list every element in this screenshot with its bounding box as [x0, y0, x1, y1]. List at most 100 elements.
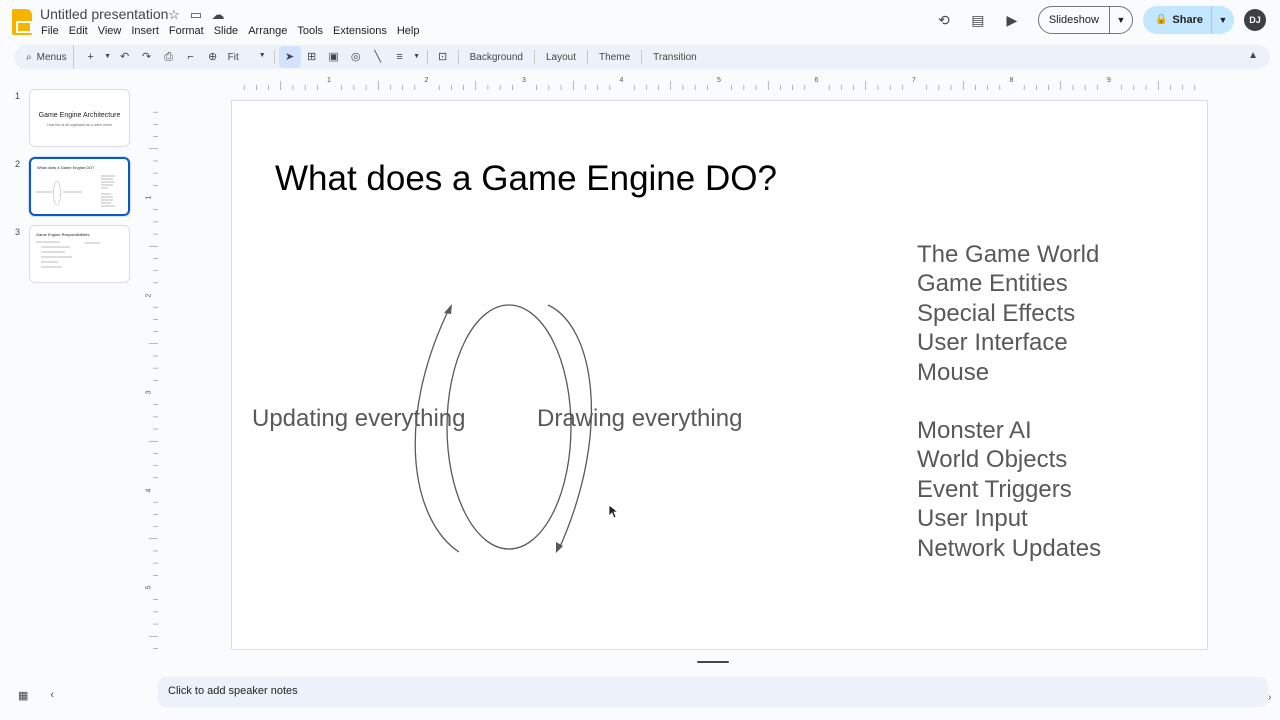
speaker-notes-placeholder: Click to add speaker notes: [168, 685, 298, 697]
ruler-label: 4: [619, 77, 624, 84]
menu-view[interactable]: View: [93, 24, 127, 38]
list-item: The Game World: [917, 241, 1100, 268]
zoom-value: Fit: [227, 51, 239, 63]
redo-icon[interactable]: ↷: [136, 46, 158, 68]
ruler-label: 2: [145, 293, 153, 297]
transition-button[interactable]: Transition: [646, 52, 704, 63]
vertical-ruler[interactable]: [144, 100, 158, 650]
ruler-label: 1: [145, 195, 153, 200]
filmstrip-controls: ▦ ‹: [18, 689, 54, 702]
drawing-label[interactable]: Drawing everything: [537, 405, 742, 433]
menubar: File Edit View Insert Format Slide Arran…: [36, 24, 424, 38]
menu-format[interactable]: Format: [164, 24, 209, 38]
version-history-icon[interactable]: ⟲: [932, 8, 956, 32]
search-icon: ⌕: [26, 51, 32, 63]
thumbnail-title: Game Engine Architecture: [38, 112, 121, 119]
slideshow-button-group: Slideshow ▼: [1037, 6, 1133, 34]
menu-edit[interactable]: Edit: [64, 24, 93, 38]
ruler-label: 3: [522, 77, 526, 84]
slide-number: 3: [15, 227, 21, 237]
share-label: Share: [1172, 14, 1203, 26]
ruler-label: 4: [145, 488, 153, 492]
list-item: User Interface: [917, 329, 1068, 357]
menu-help[interactable]: Help: [392, 24, 425, 38]
slide-thumbnail-3[interactable]: Game Engine Responsibilities: [29, 225, 130, 283]
menu-tools[interactable]: Tools: [292, 24, 328, 38]
slide-thumbnail-2[interactable]: What does a Game Engine DO?: [29, 157, 130, 216]
ruler-label: 1: [327, 77, 331, 84]
list-item: Network Updates: [917, 534, 1102, 562]
menu-insert[interactable]: Insert: [126, 24, 164, 38]
header-actions: ⟲ ▤ ▶ Slideshow ▼ 🔒 Share ▼ DJ: [932, 6, 1266, 34]
list-item: User Input: [917, 505, 1028, 533]
share-dropdown-icon[interactable]: ▼: [1212, 7, 1234, 33]
updating-label[interactable]: Updating everything: [252, 405, 465, 433]
zoom-select[interactable]: Fit ▼: [224, 52, 270, 63]
text-box-icon[interactable]: ⊞: [301, 46, 323, 68]
move-folder-icon[interactable]: ▭: [187, 6, 205, 24]
shape-icon[interactable]: ◎: [345, 46, 367, 68]
avatar[interactable]: DJ: [1244, 9, 1266, 31]
print-icon[interactable]: ⎙: [158, 46, 180, 68]
layout-button[interactable]: Layout: [539, 52, 583, 63]
document-title[interactable]: Untitled presentation: [40, 6, 168, 22]
toolbar-divider: [534, 50, 535, 64]
menu-slide[interactable]: Slide: [209, 24, 243, 38]
side-panel-toggle-icon[interactable]: ›: [1268, 692, 1271, 703]
ruler-label: 2: [424, 77, 429, 84]
add-comment-icon[interactable]: ⊡: [432, 46, 454, 68]
zoom-icon[interactable]: ⊕: [202, 46, 224, 68]
share-button[interactable]: 🔒 Share: [1143, 6, 1212, 34]
ruler-label: 6: [814, 77, 819, 84]
thumbnail-subtitle: How this is all organized as a video mmm: [47, 123, 112, 127]
collapse-toolbar-icon[interactable]: ▲: [1248, 50, 1258, 61]
slide-canvas[interactable]: What does a Game Engine DO? Updating eve…: [231, 100, 1208, 650]
mouse-cursor-icon: [608, 504, 620, 519]
thumbnail-preview: [36, 241, 100, 268]
notes-resize-handle[interactable]: [697, 661, 729, 663]
list-item: Special Effects: [917, 299, 1076, 327]
responsibilities-list[interactable]: The Game World Game Entities Special Eff…: [917, 240, 1101, 563]
ruler-label: 9: [1107, 77, 1111, 84]
star-icon[interactable]: ☆: [165, 6, 183, 24]
toolbar-divider: [641, 50, 643, 64]
menu-extensions[interactable]: Extensions: [328, 24, 392, 38]
toolbar-divider: [457, 50, 459, 64]
title-icons: ☆ ▭ ☁: [165, 6, 227, 24]
ruler-label: 8: [1009, 77, 1014, 84]
slide-thumbnail-1[interactable]: Game Engine Architecture How this is all…: [29, 89, 130, 147]
slide-number: 1: [15, 91, 21, 101]
share-button-group: 🔒 Share ▼: [1142, 6, 1234, 34]
slides-logo-icon[interactable]: [12, 9, 32, 35]
line-weight-icon[interactable]: ≡: [389, 46, 411, 68]
comments-icon[interactable]: ▤: [966, 8, 990, 32]
ruler-label: 5: [145, 585, 153, 590]
menu-arrange[interactable]: Arrange: [243, 24, 292, 38]
slideshow-button[interactable]: Slideshow: [1039, 7, 1110, 33]
theme-button[interactable]: Theme: [592, 52, 637, 63]
line-icon[interactable]: ╲: [367, 46, 389, 68]
line-dropdown-icon[interactable]: ▼: [411, 46, 423, 68]
paint-format-icon[interactable]: ⌐: [180, 46, 202, 68]
undo-icon[interactable]: ↶: [114, 46, 136, 68]
background-button[interactable]: Background: [463, 52, 530, 63]
chevron-down-icon: ▼: [258, 51, 266, 59]
list-item: Monster AI: [917, 417, 1032, 445]
speaker-notes[interactable]: Click to add speaker notes: [158, 677, 1268, 707]
slideshow-dropdown-icon[interactable]: ▼: [1110, 7, 1132, 33]
select-cursor-icon[interactable]: ➤: [278, 46, 301, 68]
left-arrow-head: [444, 304, 452, 314]
grid-view-icon[interactable]: ▦: [18, 689, 28, 702]
menus-search[interactable]: ⌕ Menus: [20, 45, 74, 69]
list-item: Event Triggers: [917, 475, 1072, 503]
new-slide-icon[interactable]: +: [80, 46, 102, 68]
image-icon[interactable]: ▣: [323, 46, 345, 68]
meet-camera-icon[interactable]: ▶: [1000, 8, 1024, 32]
slides-app: Untitled presentation ☆ ▭ ☁ File Edit Vi…: [0, 0, 1280, 720]
new-slide-dropdown-icon[interactable]: ▼: [102, 46, 114, 68]
menu-file[interactable]: File: [36, 24, 64, 38]
ruler-label: 7: [912, 77, 916, 84]
collapse-filmstrip-icon[interactable]: ‹: [50, 689, 54, 702]
cloud-status-icon[interactable]: ☁: [209, 6, 227, 24]
